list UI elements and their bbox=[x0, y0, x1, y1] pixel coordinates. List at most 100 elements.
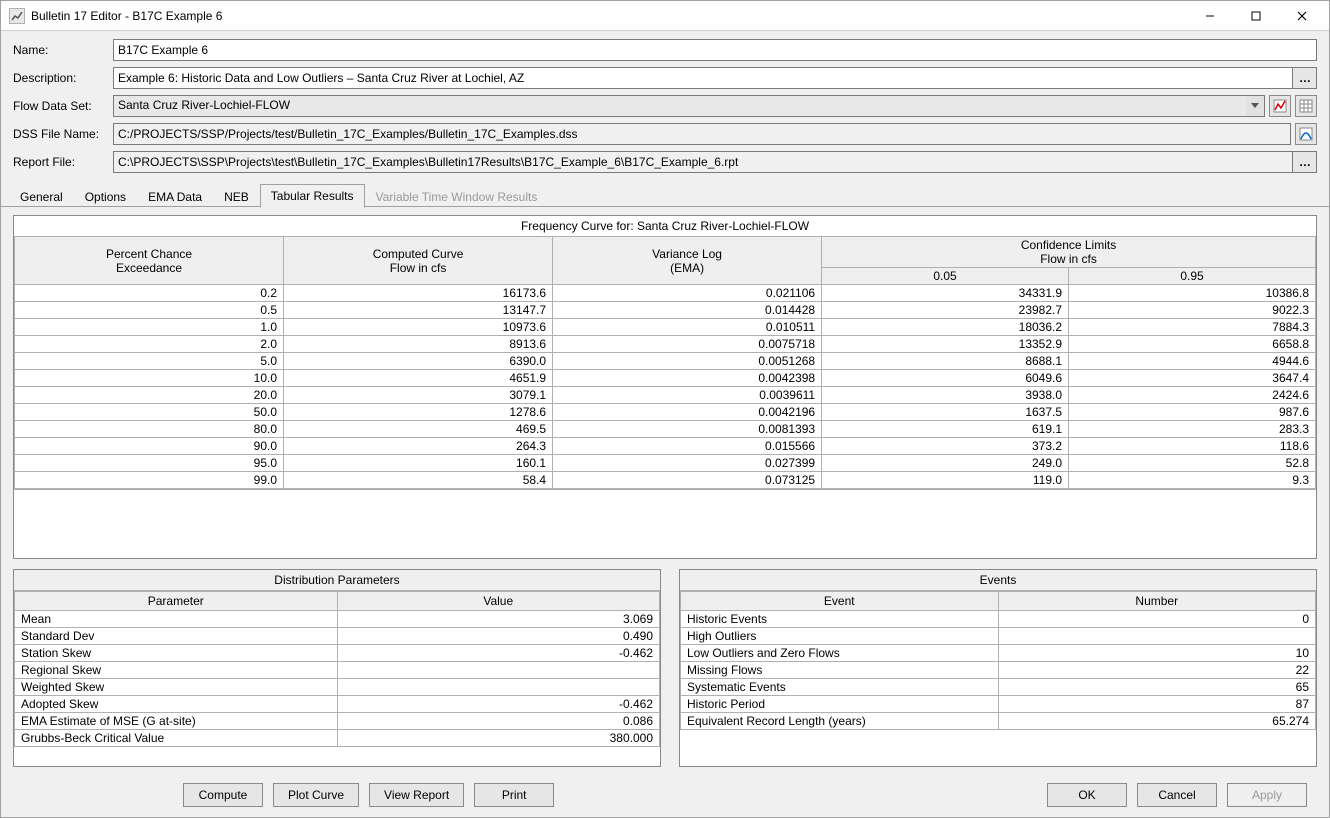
cell[interactable]: 99.0 bbox=[15, 472, 284, 489]
cell[interactable]: 9022.3 bbox=[1069, 302, 1316, 319]
table-row[interactable]: Mean3.069 bbox=[15, 611, 660, 628]
cell[interactable]: 13352.9 bbox=[822, 336, 1069, 353]
cell[interactable]: 373.2 bbox=[822, 438, 1069, 455]
cell[interactable]: Regional Skew bbox=[15, 662, 338, 679]
cell[interactable]: 4651.9 bbox=[284, 370, 553, 387]
cell[interactable]: 65.274 bbox=[998, 713, 1316, 730]
compute-button[interactable]: Compute bbox=[183, 783, 263, 807]
table-row[interactable]: 0.216173.60.02110634331.910386.8 bbox=[15, 285, 1316, 302]
cell[interactable]: 1.0 bbox=[15, 319, 284, 336]
cell[interactable]: 3079.1 bbox=[284, 387, 553, 404]
cell[interactable]: 0.021106 bbox=[553, 285, 822, 302]
cell[interactable]: 2424.6 bbox=[1069, 387, 1316, 404]
cell[interactable]: Mean bbox=[15, 611, 338, 628]
description-input[interactable] bbox=[113, 67, 1293, 89]
cell[interactable]: Low Outliers and Zero Flows bbox=[681, 645, 999, 662]
cell[interactable]: 0.015566 bbox=[553, 438, 822, 455]
table-row[interactable]: Low Outliers and Zero Flows10 bbox=[681, 645, 1316, 662]
cell[interactable]: 2.0 bbox=[15, 336, 284, 353]
cell[interactable]: 8688.1 bbox=[822, 353, 1069, 370]
cell[interactable]: Weighted Skew bbox=[15, 679, 338, 696]
cell[interactable]: 283.3 bbox=[1069, 421, 1316, 438]
cell[interactable]: 987.6 bbox=[1069, 404, 1316, 421]
table-row[interactable]: 95.0160.10.027399249.052.8 bbox=[15, 455, 1316, 472]
table-row[interactable]: High Outliers bbox=[681, 628, 1316, 645]
cell[interactable]: 1278.6 bbox=[284, 404, 553, 421]
cell[interactable]: 6658.8 bbox=[1069, 336, 1316, 353]
cell[interactable]: 90.0 bbox=[15, 438, 284, 455]
tab-tabular-results[interactable]: Tabular Results bbox=[260, 184, 365, 208]
cell[interactable]: 619.1 bbox=[822, 421, 1069, 438]
cell[interactable]: 52.8 bbox=[1069, 455, 1316, 472]
table-row[interactable]: Weighted Skew bbox=[15, 679, 660, 696]
cell[interactable]: 160.1 bbox=[284, 455, 553, 472]
cell[interactable]: 13147.7 bbox=[284, 302, 553, 319]
table-row[interactable]: 5.06390.00.00512688688.14944.6 bbox=[15, 353, 1316, 370]
cell[interactable] bbox=[337, 679, 660, 696]
table-row[interactable]: Equivalent Record Length (years)65.274 bbox=[681, 713, 1316, 730]
cell[interactable]: 0.014428 bbox=[553, 302, 822, 319]
cell[interactable]: 118.6 bbox=[1069, 438, 1316, 455]
table-row[interactable]: 10.04651.90.00423986049.63647.4 bbox=[15, 370, 1316, 387]
cell[interactable]: 380.000 bbox=[337, 730, 660, 747]
chevron-down-icon[interactable] bbox=[1246, 96, 1264, 116]
cell[interactable]: Grubbs-Beck Critical Value bbox=[15, 730, 338, 747]
cell[interactable]: 10 bbox=[998, 645, 1316, 662]
cell[interactable]: 469.5 bbox=[284, 421, 553, 438]
minimize-button[interactable] bbox=[1187, 1, 1233, 31]
apply-button[interactable]: Apply bbox=[1227, 783, 1307, 807]
cell[interactable]: 0.490 bbox=[337, 628, 660, 645]
cell[interactable]: Systematic Events bbox=[681, 679, 999, 696]
table-row[interactable]: Grubbs-Beck Critical Value380.000 bbox=[15, 730, 660, 747]
tab-neb[interactable]: NEB bbox=[213, 185, 260, 208]
cell[interactable]: Adopted Skew bbox=[15, 696, 338, 713]
cell[interactable]: 0.0039611 bbox=[553, 387, 822, 404]
cell[interactable]: -0.462 bbox=[337, 696, 660, 713]
cell[interactable]: Station Skew bbox=[15, 645, 338, 662]
reportfile-browse-button[interactable]: … bbox=[1293, 151, 1317, 173]
table-row[interactable]: EMA Estimate of MSE (G at-site)0.086 bbox=[15, 713, 660, 730]
table-row[interactable]: 20.03079.10.00396113938.02424.6 bbox=[15, 387, 1316, 404]
cell[interactable]: 80.0 bbox=[15, 421, 284, 438]
cell[interactable]: 0.073125 bbox=[553, 472, 822, 489]
cell[interactable]: 0.086 bbox=[337, 713, 660, 730]
cell[interactable]: 58.4 bbox=[284, 472, 553, 489]
table-row[interactable]: Station Skew-0.462 bbox=[15, 645, 660, 662]
cell[interactable]: 10973.6 bbox=[284, 319, 553, 336]
cell[interactable]: 0.2 bbox=[15, 285, 284, 302]
cell[interactable]: 0.027399 bbox=[553, 455, 822, 472]
cell[interactable]: 87 bbox=[998, 696, 1316, 713]
view-report-button[interactable]: View Report bbox=[369, 783, 464, 807]
cell[interactable]: 1637.5 bbox=[822, 404, 1069, 421]
cell[interactable]: 0 bbox=[998, 611, 1316, 628]
tab-general[interactable]: General bbox=[9, 185, 74, 208]
maximize-button[interactable] bbox=[1233, 1, 1279, 31]
cell[interactable]: 0.0042196 bbox=[553, 404, 822, 421]
cell[interactable]: 6390.0 bbox=[284, 353, 553, 370]
table-row[interactable]: Adopted Skew-0.462 bbox=[15, 696, 660, 713]
cell[interactable]: Historic Period bbox=[681, 696, 999, 713]
cell[interactable]: Historic Events bbox=[681, 611, 999, 628]
cell[interactable]: 23982.7 bbox=[822, 302, 1069, 319]
table-row[interactable]: 90.0264.30.015566373.2118.6 bbox=[15, 438, 1316, 455]
cell[interactable]: Standard Dev bbox=[15, 628, 338, 645]
cell[interactable]: 20.0 bbox=[15, 387, 284, 404]
cell[interactable]: High Outliers bbox=[681, 628, 999, 645]
cell[interactable]: Missing Flows bbox=[681, 662, 999, 679]
cell[interactable]: 3647.4 bbox=[1069, 370, 1316, 387]
cell[interactable]: 65 bbox=[998, 679, 1316, 696]
cell[interactable] bbox=[998, 628, 1316, 645]
cell[interactable]: 3.069 bbox=[337, 611, 660, 628]
cell[interactable]: 0.0042398 bbox=[553, 370, 822, 387]
cell[interactable]: 95.0 bbox=[15, 455, 284, 472]
cell[interactable]: EMA Estimate of MSE (G at-site) bbox=[15, 713, 338, 730]
table-row[interactable]: 2.08913.60.007571813352.96658.8 bbox=[15, 336, 1316, 353]
flowset-table-icon[interactable] bbox=[1295, 95, 1317, 117]
cell[interactable]: 7884.3 bbox=[1069, 319, 1316, 336]
close-button[interactable] bbox=[1279, 1, 1325, 31]
cell[interactable]: -0.462 bbox=[337, 645, 660, 662]
table-row[interactable]: 1.010973.60.01051118036.27884.3 bbox=[15, 319, 1316, 336]
cell[interactable]: 18036.2 bbox=[822, 319, 1069, 336]
cell[interactable] bbox=[337, 662, 660, 679]
cell[interactable]: 0.0081393 bbox=[553, 421, 822, 438]
